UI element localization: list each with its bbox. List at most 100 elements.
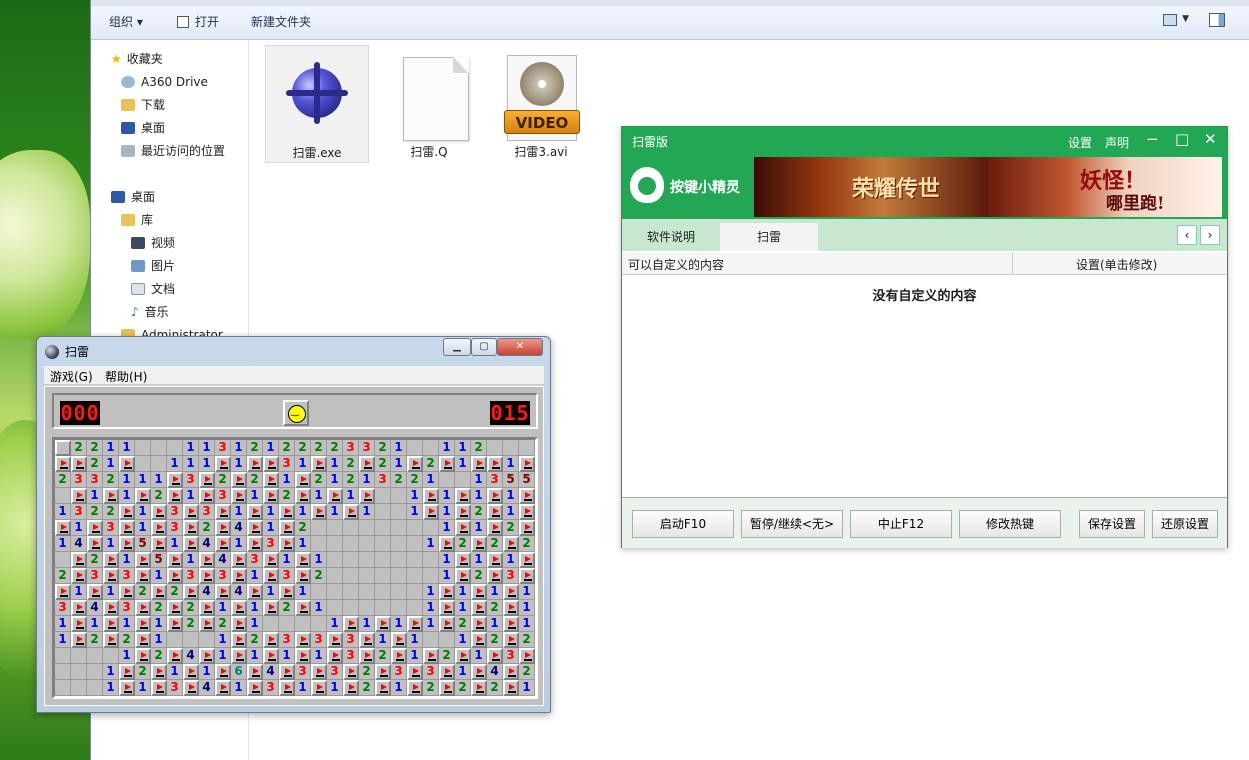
flag-cell[interactable] [119, 584, 135, 600]
number-cell[interactable]: 1 [407, 648, 423, 664]
flag-cell[interactable] [279, 584, 295, 600]
empty-cell[interactable] [55, 680, 71, 696]
number-cell[interactable]: 1 [487, 584, 503, 600]
empty-cell[interactable] [151, 456, 167, 472]
number-cell[interactable]: 2 [199, 520, 215, 536]
flag-cell[interactable] [327, 648, 343, 664]
flag-cell[interactable] [359, 632, 375, 648]
number-cell[interactable]: 3 [295, 664, 311, 680]
number-cell[interactable]: 1 [455, 456, 471, 472]
number-cell[interactable]: 3 [487, 472, 503, 488]
flag-cell[interactable] [263, 456, 279, 472]
flag-cell[interactable] [215, 520, 231, 536]
number-cell[interactable]: 1 [263, 520, 279, 536]
number-cell[interactable]: 2 [471, 440, 487, 456]
number-cell[interactable]: 3 [359, 440, 375, 456]
flag-cell[interactable] [215, 536, 231, 552]
flag-cell[interactable] [247, 536, 263, 552]
ad-banner-right[interactable]: 妖怪！ 哪里跑! [988, 157, 1222, 217]
number-cell[interactable]: 1 [327, 680, 343, 696]
preview-pane-icon[interactable] [1209, 13, 1225, 27]
flag-cell[interactable] [87, 520, 103, 536]
empty-cell[interactable] [327, 568, 343, 584]
close-icon[interactable]: ✕ [1204, 130, 1217, 148]
flag-cell[interactable] [471, 584, 487, 600]
flag-cell[interactable] [503, 536, 519, 552]
number-cell[interactable]: 3 [199, 504, 215, 520]
statement-link[interactable]: 声明 [1105, 134, 1129, 151]
mine-grid[interactable]: 2211113121222233211122111113112212112332… [52, 437, 538, 699]
empty-cell[interactable] [71, 664, 87, 680]
flag-cell[interactable] [407, 456, 423, 472]
number-cell[interactable]: 3 [279, 456, 295, 472]
flag-cell[interactable] [423, 488, 439, 504]
empty-cell[interactable] [391, 488, 407, 504]
number-cell[interactable]: 1 [503, 456, 519, 472]
number-cell[interactable]: 1 [167, 456, 183, 472]
number-cell[interactable]: 4 [487, 664, 503, 680]
number-cell[interactable]: 3 [183, 472, 199, 488]
number-cell[interactable]: 1 [359, 616, 375, 632]
flag-cell[interactable] [487, 552, 503, 568]
number-cell[interactable]: 2 [455, 680, 471, 696]
number-cell[interactable]: 2 [487, 536, 503, 552]
empty-cell[interactable] [55, 648, 71, 664]
number-cell[interactable]: 3 [391, 664, 407, 680]
number-cell[interactable]: 1 [151, 632, 167, 648]
number-cell[interactable]: 1 [135, 504, 151, 520]
flag-cell[interactable] [103, 600, 119, 616]
flag-cell[interactable] [279, 520, 295, 536]
flag-cell[interactable] [295, 472, 311, 488]
flag-cell[interactable] [263, 472, 279, 488]
empty-cell[interactable] [407, 536, 423, 552]
number-cell[interactable]: 3 [183, 568, 199, 584]
number-cell[interactable]: 1 [519, 616, 535, 632]
number-cell[interactable]: 5 [503, 472, 519, 488]
flag-cell[interactable] [231, 488, 247, 504]
number-cell[interactable]: 1 [231, 504, 247, 520]
number-cell[interactable]: 3 [343, 440, 359, 456]
number-cell[interactable]: 3 [167, 680, 183, 696]
number-cell[interactable]: 1 [359, 504, 375, 520]
number-cell[interactable]: 4 [263, 664, 279, 680]
number-cell[interactable]: 1 [215, 600, 231, 616]
number-cell[interactable]: 1 [103, 680, 119, 696]
flag-cell[interactable] [71, 456, 87, 472]
number-cell[interactable]: 1 [391, 616, 407, 632]
number-cell[interactable]: 1 [311, 648, 327, 664]
empty-cell[interactable] [519, 440, 535, 456]
flag-cell[interactable] [455, 504, 471, 520]
empty-cell[interactable] [71, 648, 87, 664]
flag-cell[interactable] [119, 536, 135, 552]
empty-cell[interactable] [423, 552, 439, 568]
number-cell[interactable]: 1 [55, 536, 71, 552]
menu-game[interactable]: 游戏(G) [50, 368, 93, 385]
number-cell[interactable]: 5 [519, 472, 535, 488]
number-cell[interactable]: 3 [71, 472, 87, 488]
number-cell[interactable]: 1 [391, 440, 407, 456]
number-cell[interactable]: 3 [71, 504, 87, 520]
flag-cell[interactable] [167, 552, 183, 568]
number-cell[interactable]: 1 [103, 584, 119, 600]
empty-cell[interactable] [135, 440, 151, 456]
empty-cell[interactable] [423, 520, 439, 536]
flag-cell[interactable] [231, 616, 247, 632]
flag-cell[interactable] [407, 680, 423, 696]
flag-cell[interactable] [183, 680, 199, 696]
number-cell[interactable]: 1 [167, 664, 183, 680]
restore-settings-button[interactable]: 还原设置 [1152, 510, 1218, 538]
number-cell[interactable]: 1 [103, 664, 119, 680]
number-cell[interactable]: 2 [455, 616, 471, 632]
flag-cell[interactable] [151, 536, 167, 552]
flag-cell[interactable] [503, 600, 519, 616]
flag-cell[interactable] [231, 648, 247, 664]
flag-cell[interactable] [327, 488, 343, 504]
number-cell[interactable]: 1 [311, 488, 327, 504]
number-cell[interactable]: 1 [215, 648, 231, 664]
empty-cell[interactable] [439, 472, 455, 488]
number-cell[interactable]: 2 [519, 632, 535, 648]
number-cell[interactable]: 1 [407, 632, 423, 648]
number-cell[interactable]: 2 [327, 440, 343, 456]
flag-cell[interactable] [183, 520, 199, 536]
number-cell[interactable]: 2 [135, 664, 151, 680]
